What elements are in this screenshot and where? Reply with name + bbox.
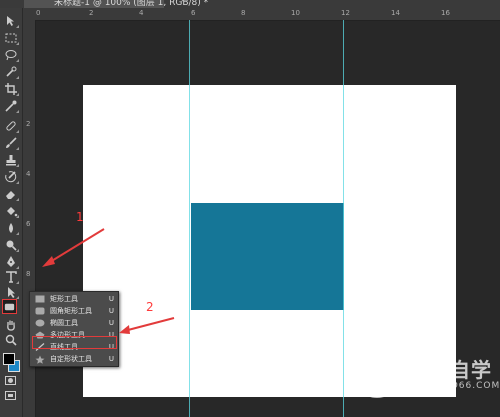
blur-tool-icon[interactable] xyxy=(3,221,19,235)
screen-mode-icon[interactable] xyxy=(5,391,16,400)
ruler-label: 10 xyxy=(291,9,300,17)
document-tab[interactable]: 未标题-1 @ 100% (图层 1, RGB/8) * × xyxy=(24,0,208,8)
ruler-label: 4 xyxy=(26,170,31,178)
close-icon[interactable]: × xyxy=(180,0,188,5)
clone-stamp-tool-icon[interactable] xyxy=(3,153,19,167)
flyout-item-line-tool[interactable]: 直线工具 U xyxy=(30,341,118,353)
ruler-label: 16 xyxy=(441,9,450,17)
history-brush-tool-icon[interactable] xyxy=(3,170,19,184)
ruler-top[interactable]: 0 2 4 6 8 10 12 14 16 xyxy=(23,8,500,21)
healing-brush-tool-icon[interactable] xyxy=(3,119,19,133)
custom-shape-icon xyxy=(32,355,48,364)
flyout-item-label: 椭圆工具 xyxy=(50,319,78,327)
flyout-item-polygon-tool[interactable]: 多边形工具 U xyxy=(30,329,118,341)
ruler-label: 8 xyxy=(241,9,246,17)
ruler-label: 8 xyxy=(26,270,31,278)
flyout-item-label: 直线工具 xyxy=(50,343,78,351)
annotation-step-2: 2 xyxy=(146,300,154,314)
ruler-label: 6 xyxy=(26,220,31,228)
watermark-logo: 溜溜自学 ZIXUE.3D66.COM xyxy=(350,348,499,406)
paint-bucket-tool-icon[interactable] xyxy=(3,204,19,218)
flyout-item-rounded-rectangle-tool[interactable]: 圆角矩形工具 U xyxy=(30,305,118,317)
eyedropper-tool-icon[interactable] xyxy=(3,99,19,113)
flyout-item-shortcut: U xyxy=(108,343,114,351)
flyout-item-shortcut: U xyxy=(108,307,114,315)
dodge-tool-icon[interactable] xyxy=(3,238,19,252)
ruler-label: 6 xyxy=(191,9,196,17)
guide-line[interactable] xyxy=(189,20,190,417)
flyout-item-shortcut: U xyxy=(108,355,114,363)
line-icon xyxy=(32,343,48,351)
tools-panel xyxy=(0,8,23,417)
ruler-label: 12 xyxy=(341,9,350,17)
annotation-step-1: 1 xyxy=(76,210,84,224)
path-select-tool-icon[interactable] xyxy=(3,285,19,299)
foreground-color-swatch[interactable] xyxy=(3,353,15,365)
quick-select-tool-icon[interactable] xyxy=(3,65,19,79)
ruler-label: 0 xyxy=(36,9,41,17)
flyout-item-label: 矩形工具 xyxy=(50,295,78,303)
eraser-tool-icon[interactable] xyxy=(3,187,19,201)
flyout-item-label: 自定形状工具 xyxy=(50,355,92,363)
crop-tool-icon[interactable] xyxy=(3,82,19,96)
flyout-item-label: 多边形工具 xyxy=(50,331,85,339)
flyout-item-shortcut: U xyxy=(108,295,114,303)
flyout-item-shortcut: U xyxy=(108,331,114,339)
ruler-label: 14 xyxy=(391,9,400,17)
marquee-tool-icon[interactable] xyxy=(3,31,19,45)
ellipse-icon xyxy=(32,319,48,327)
polygon-icon xyxy=(32,331,48,339)
flyout-item-label: 圆角矩形工具 xyxy=(50,307,92,315)
guide-line[interactable] xyxy=(343,20,344,417)
blue-rectangle-shape[interactable] xyxy=(191,203,344,310)
type-tool-icon[interactable] xyxy=(3,270,19,284)
play-logo-icon xyxy=(354,352,400,398)
move-tool-icon[interactable] xyxy=(3,14,19,28)
watermark-url: ZIXUE.3D66.COM xyxy=(408,381,500,391)
default-colors-icon[interactable] xyxy=(2,345,11,360)
pen-tool-icon[interactable] xyxy=(3,255,19,269)
flyout-item-shortcut: U xyxy=(108,319,114,327)
hand-tool-icon[interactable] xyxy=(3,318,19,332)
ruler-label: 2 xyxy=(89,9,94,17)
shape-tool-flyout-menu: 矩形工具 U 圆角矩形工具 U 椭圆工具 U 多边形工具 U 直线工具 U 自定… xyxy=(29,291,119,367)
ruler-label: 2 xyxy=(26,120,31,128)
flyout-item-ellipse-tool[interactable]: 椭圆工具 U xyxy=(30,317,118,329)
document-tab-strip: 未标题-1 @ 100% (图层 1, RGB/8) * × xyxy=(0,0,500,8)
rounded-rectangle-icon xyxy=(32,307,48,315)
flyout-item-rectangle-tool[interactable]: 矩形工具 U xyxy=(30,293,118,305)
rectangle-icon xyxy=(32,295,48,303)
lasso-tool-icon[interactable] xyxy=(3,48,19,62)
ruler-label: 4 xyxy=(139,9,144,17)
watermark-brand: 溜溜自学 xyxy=(408,358,492,382)
rectangle-tool-icon[interactable] xyxy=(2,299,17,314)
flyout-item-custom-shape-tool[interactable]: 自定形状工具 U xyxy=(30,353,118,365)
brush-tool-icon[interactable] xyxy=(3,136,19,150)
quick-mask-icon[interactable] xyxy=(5,376,16,385)
